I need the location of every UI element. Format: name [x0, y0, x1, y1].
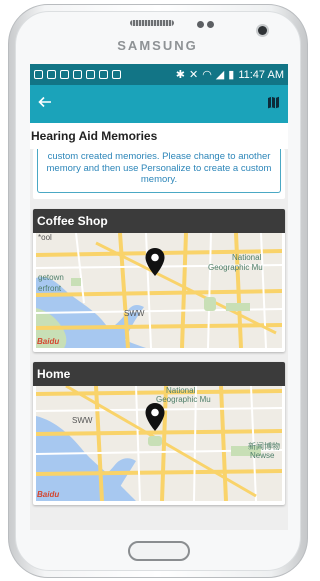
map-label: National: [166, 385, 196, 395]
home-button[interactable]: [128, 541, 190, 561]
lock-icon: [99, 70, 108, 79]
memory-card-home[interactable]: Home National Geographic Mu SWW 新闻博物 New…: [33, 361, 285, 505]
map-label: *ool: [38, 232, 52, 242]
screen: ✱ ✕ ◠ ◢ ▮ 11:47 AM Hearing Aid Memories …: [30, 64, 288, 530]
lock-icon: [86, 70, 95, 79]
clock: 11:47 AM: [238, 68, 284, 81]
map-label: SWW: [124, 308, 145, 318]
mute-icon: ✕: [188, 69, 199, 81]
page-title: Hearing Aid Memories: [30, 123, 288, 149]
link-icon: [47, 70, 56, 79]
earpiece-speaker: [130, 20, 174, 26]
memory-map[interactable]: National Geographic Mu SWW 新闻博物 Newse Ba…: [36, 385, 282, 501]
map-icon[interactable]: [267, 96, 280, 113]
baidu-logo: Baidu: [37, 489, 60, 499]
notification-icons: [34, 70, 176, 79]
device-brand: SAMSUNG: [117, 38, 198, 53]
bluetooth-icon: ✱: [175, 69, 185, 81]
info-card: custom created memories. Please change t…: [33, 149, 285, 199]
back-arrow-icon[interactable]: [38, 95, 52, 113]
map-label: National: [232, 252, 262, 262]
memory-card-coffee-shop[interactable]: Coffee Shop *ool National Geographic Mu …: [33, 208, 285, 352]
map-label: SWW: [72, 415, 93, 425]
map-label: Newse: [250, 450, 275, 460]
message-icon: [34, 70, 43, 79]
battery-icon: ▮: [228, 69, 235, 81]
info-message: custom created memories. Please change t…: [37, 149, 281, 193]
app-bar: [30, 85, 288, 123]
image-icon: [60, 70, 69, 79]
lock-icon: [112, 70, 121, 79]
location-pin-icon: [145, 247, 165, 276]
front-camera: [258, 26, 267, 35]
map-label: erfront: [38, 283, 62, 293]
wifi-icon: ◠: [202, 69, 212, 81]
status-bar: ✱ ✕ ◠ ◢ ▮ 11:47 AM: [30, 64, 288, 85]
system-icons: ✱ ✕ ◠ ◢ ▮ 11:47 AM: [175, 68, 284, 82]
memory-list: custom created memories. Please change t…: [30, 149, 288, 505]
signal-icon: ◢: [215, 69, 225, 81]
proximity-sensor: [197, 21, 204, 28]
location-pin-icon: [145, 402, 165, 431]
map-label: Geographic Mu: [208, 262, 263, 272]
image-icon: [73, 70, 82, 79]
memory-map[interactable]: *ool National Geographic Mu getown erfro…: [36, 232, 282, 348]
light-sensor: [207, 21, 214, 28]
memory-title: Coffee Shop: [33, 208, 285, 233]
map-label: getown: [38, 272, 64, 282]
baidu-logo: Baidu: [37, 336, 60, 346]
memory-title: Home: [33, 361, 285, 386]
